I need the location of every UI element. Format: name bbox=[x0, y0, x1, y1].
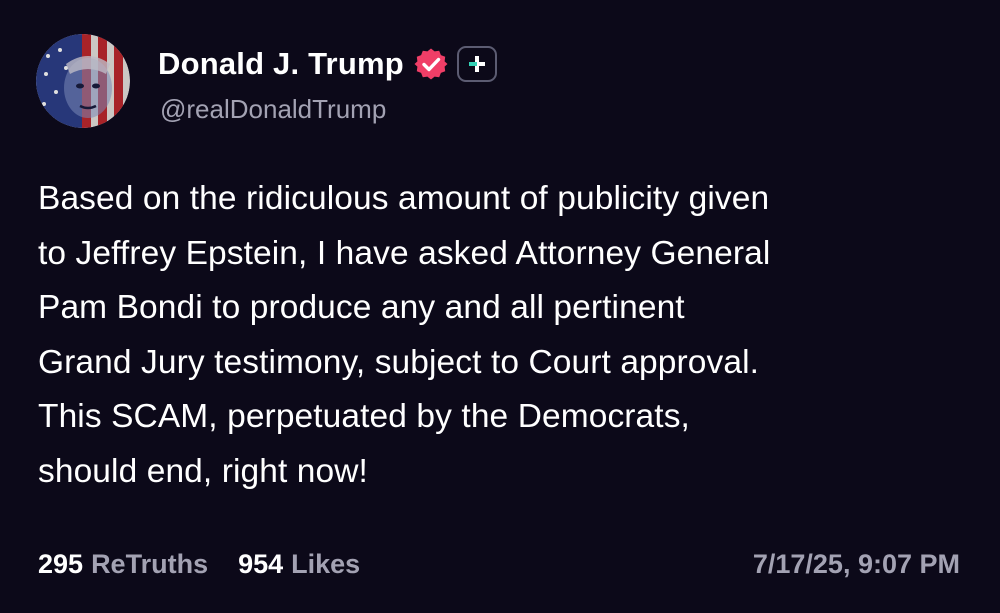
author-handle[interactable]: @realDonaldTrump bbox=[160, 94, 386, 125]
author-display-name[interactable]: Donald J. Trump bbox=[158, 46, 404, 82]
avatar[interactable] bbox=[36, 34, 130, 128]
post-text-line: should end, right now! bbox=[38, 452, 368, 490]
plus-icon bbox=[468, 56, 485, 72]
post-card: Donald J. Trump @realDonaldTrump Based o… bbox=[0, 0, 1000, 613]
follow-button[interactable] bbox=[456, 46, 497, 82]
retruths-stat[interactable]: 295 ReTruths bbox=[38, 549, 208, 580]
post-text-line: Grand Jury testimony, subject to Court a… bbox=[38, 343, 760, 381]
likes-label: Likes bbox=[291, 549, 361, 579]
retruths-label: ReTruths bbox=[91, 549, 209, 579]
likes-stat[interactable]: 954 Likes bbox=[238, 549, 360, 580]
post-text-line: Pam Bondi to produce any and all pertine… bbox=[38, 289, 685, 326]
retruths-count: 295 bbox=[38, 549, 84, 579]
author-name-row: Donald J. Trump bbox=[158, 44, 497, 84]
verified-badge-icon bbox=[414, 47, 448, 81]
post-stats: 295 ReTruths 954 Likes bbox=[38, 549, 360, 580]
post-timestamp: 7/17/25, 9:07 PM bbox=[752, 549, 960, 579]
likes-count: 954 bbox=[238, 549, 284, 579]
post-text-line: to Jeffrey Epstein, I have asked Attorne… bbox=[38, 234, 771, 272]
post-text-line: Based on the ridiculous amount of public… bbox=[38, 180, 770, 217]
post-text: Based on the ridiculous amount of public… bbox=[38, 172, 968, 499]
avatar-image bbox=[36, 34, 130, 128]
post-text-line: This SCAM, perpetuated by the Democrats, bbox=[38, 398, 690, 435]
